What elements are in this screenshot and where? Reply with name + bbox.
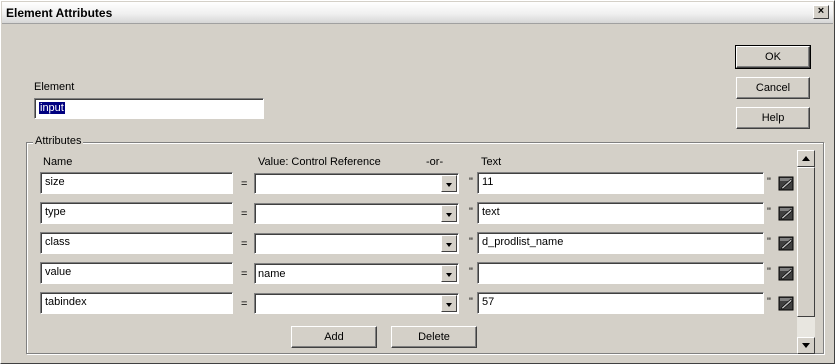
equals-sign: = xyxy=(241,238,248,250)
edit-expression-icon[interactable] xyxy=(778,265,794,281)
attribute-name-field[interactable]: size xyxy=(40,172,233,194)
close-quote: " xyxy=(767,176,771,188)
open-quote: " xyxy=(469,176,473,188)
attributes-group-label: Attributes xyxy=(33,135,84,147)
attribute-name-field[interactable]: class xyxy=(40,232,233,254)
attribute-name-field[interactable]: value xyxy=(40,262,233,284)
attribute-name-field[interactable]: type xyxy=(40,202,233,224)
open-quote: " xyxy=(469,296,473,308)
control-reference-select[interactable]: name xyxy=(254,263,459,284)
control-reference-select[interactable] xyxy=(254,293,459,314)
attribute-name-field[interactable]: tabindex xyxy=(40,292,233,314)
close-quote: " xyxy=(767,296,771,308)
open-quote: " xyxy=(469,206,473,218)
chevron-down-icon[interactable] xyxy=(441,205,457,222)
window-title: Element Attributes xyxy=(6,6,113,20)
attribute-text-field[interactable] xyxy=(477,262,764,284)
or-separator-label: -or- xyxy=(426,156,444,168)
delete-button[interactable]: Delete xyxy=(391,326,477,348)
control-reference-select[interactable] xyxy=(254,173,459,194)
close-button[interactable]: × xyxy=(813,5,829,19)
equals-sign: = xyxy=(241,268,248,280)
edit-expression-icon[interactable] xyxy=(778,175,794,191)
equals-sign: = xyxy=(241,208,248,220)
chevron-down-icon[interactable] xyxy=(441,265,457,282)
equals-sign: = xyxy=(241,178,248,190)
edit-expression-icon[interactable] xyxy=(778,205,794,221)
control-reference-select[interactable] xyxy=(254,203,459,224)
attribute-text-field[interactable]: text xyxy=(477,202,764,224)
name-column-header: Name xyxy=(43,156,73,168)
help-button[interactable]: Help xyxy=(736,107,810,129)
element-label: Element xyxy=(34,81,75,93)
chevron-down-icon[interactable] xyxy=(441,175,457,192)
control-reference-value: name xyxy=(258,268,286,280)
title-bar: Element Attributes × xyxy=(2,2,833,24)
attribute-text-field[interactable]: 57 xyxy=(477,292,764,314)
attribute-text-field[interactable]: d_prodlist_name xyxy=(477,232,764,254)
control-reference-column-header: Value: Control Reference xyxy=(258,156,381,168)
element-attributes-dialog: Element Attributes × OK Cancel Help Elem… xyxy=(0,0,835,364)
chevron-down-icon[interactable] xyxy=(441,295,457,312)
open-quote: " xyxy=(469,266,473,278)
attributes-scrollbar[interactable] xyxy=(797,150,815,354)
edit-expression-icon[interactable] xyxy=(778,235,794,251)
scroll-up-icon[interactable] xyxy=(797,150,815,167)
edit-expression-icon[interactable] xyxy=(778,295,794,311)
ok-button[interactable]: OK xyxy=(735,45,811,69)
attribute-text-field[interactable]: 11 xyxy=(477,172,764,194)
cancel-button[interactable]: Cancel xyxy=(736,77,810,99)
scrollbar-thumb[interactable] xyxy=(797,167,815,317)
add-button[interactable]: Add xyxy=(291,326,377,348)
equals-sign: = xyxy=(241,298,248,310)
element-input-value: input xyxy=(39,102,65,114)
scroll-down-icon[interactable] xyxy=(797,337,815,354)
chevron-down-icon[interactable] xyxy=(441,235,457,252)
close-quote: " xyxy=(767,206,771,218)
open-quote: " xyxy=(469,236,473,248)
close-quote: " xyxy=(767,236,771,248)
control-reference-select[interactable] xyxy=(254,233,459,254)
close-icon: × xyxy=(817,5,825,17)
text-column-header: Text xyxy=(481,156,502,168)
element-input[interactable]: input xyxy=(34,98,264,119)
close-quote: " xyxy=(767,266,771,278)
